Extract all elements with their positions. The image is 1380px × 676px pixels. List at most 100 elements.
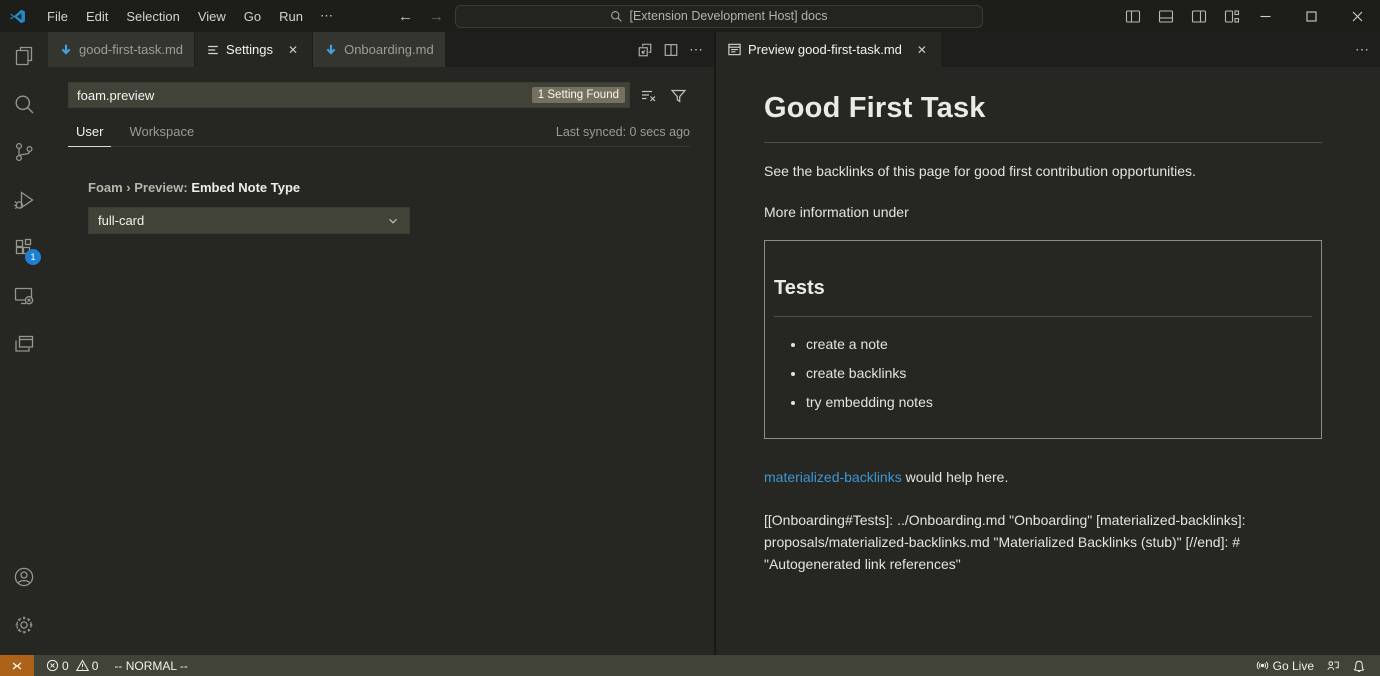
live-share-icon (1326, 659, 1340, 673)
vim-mode-indicator[interactable]: -- NORMAL -- (109, 655, 193, 676)
embed-note-type-select[interactable]: full-card (88, 207, 410, 234)
go-live-label: Go Live (1273, 659, 1314, 673)
titlebar: File Edit Selection View Go Run ⋯ ← → [E… (0, 0, 1380, 32)
error-count: 0 (62, 659, 69, 673)
right-group-actions: ⋯ (1345, 32, 1380, 67)
menu-edit[interactable]: Edit (77, 6, 117, 27)
menu-bar: File Edit Selection View Go Run ⋯ (38, 5, 341, 27)
search-icon (610, 10, 623, 23)
settings-search-box[interactable]: 1 Setting Found (68, 82, 630, 108)
tab-label: Settings (226, 42, 273, 57)
materialized-backlinks-link[interactable]: materialized-backlinks (764, 469, 902, 485)
markdown-preview: Good First Task See the backlinks of thi… (716, 67, 1380, 655)
tab-settings[interactable]: Settings ✕ (195, 32, 313, 67)
app-windows-icon[interactable] (0, 320, 48, 368)
setting-name-label: Embed Note Type (191, 180, 300, 195)
workbench: 1 good-first-task.md (0, 32, 1380, 655)
embed-list-item: create a note (806, 333, 1312, 355)
setting-item-embed-note-type: Foam › Preview: Embed Note Type full-car… (88, 180, 714, 234)
embed-list-item: create backlinks (806, 362, 1312, 384)
forward-arrow-icon: → (429, 8, 444, 25)
source-control-icon[interactable] (0, 128, 48, 176)
menu-run[interactable]: Run (270, 6, 312, 27)
broadcast-icon (1256, 659, 1269, 672)
link-references-text: [[Onboarding#Tests]: ../Onboarding.md "O… (764, 509, 1322, 575)
settings-count-badge: 1 Setting Found (532, 87, 625, 103)
notifications-bell[interactable] (1346, 655, 1372, 676)
command-center-search[interactable]: [Extension Development Host] docs (455, 5, 983, 28)
settings-scope-tabs: User Workspace Last synced: 0 secs ago (68, 118, 690, 147)
preview-paragraph: materialized-backlinks would help here. (764, 466, 1322, 488)
setting-category-label: Foam › Preview: (88, 180, 191, 195)
more-actions-icon[interactable]: ⋯ (689, 41, 704, 58)
settings-search-row: 1 Setting Found (68, 82, 690, 108)
menu-view[interactable]: View (189, 6, 235, 27)
settings-search-input[interactable] (77, 88, 532, 103)
tab-close-icon[interactable]: ✕ (285, 42, 301, 58)
extensions-icon[interactable]: 1 (0, 224, 48, 272)
setting-title: Foam › Preview: Embed Note Type (88, 180, 714, 195)
bell-icon (1352, 659, 1366, 673)
run-debug-icon[interactable] (0, 176, 48, 224)
filter-settings-icon[interactable] (666, 83, 690, 107)
activity-bar: 1 (0, 32, 48, 655)
tab-label: good-first-task.md (79, 42, 183, 57)
tab-preview-good-first-task[interactable]: Preview good-first-task.md ✕ (716, 32, 942, 67)
clear-search-filters-icon[interactable] (636, 83, 660, 107)
open-changes-icon[interactable] (637, 42, 653, 58)
layout-controls (1121, 0, 1244, 32)
scope-tab-user[interactable]: User (68, 118, 111, 147)
tab-label: Preview good-first-task.md (748, 42, 902, 57)
preview-paragraph: See the backlinks of this page for good … (764, 160, 1322, 182)
tab-good-first-task[interactable]: good-first-task.md (48, 32, 195, 67)
close-window-icon[interactable] (1334, 0, 1380, 32)
toggle-primary-sidebar-icon[interactable] (1121, 5, 1145, 28)
select-value: full-card (98, 213, 144, 228)
go-live-button[interactable]: Go Live (1250, 655, 1320, 676)
maximize-icon[interactable] (1288, 0, 1334, 32)
customize-layout-icon[interactable] (1220, 5, 1244, 28)
editor-group-left: good-first-task.md Settings ✕ Onboarding… (48, 32, 716, 655)
menu-file[interactable]: File (38, 6, 77, 27)
status-bar-right: Go Live (1250, 655, 1380, 676)
remote-indicator[interactable] (0, 655, 34, 676)
minimize-icon[interactable] (1242, 0, 1288, 32)
embedded-note-card: Tests create a note create backlinks try… (764, 240, 1322, 439)
last-synced-label: Last synced: 0 secs ago (556, 125, 690, 146)
error-icon (46, 659, 59, 672)
live-share-button[interactable] (1320, 655, 1346, 676)
scope-tab-workspace[interactable]: Workspace (121, 118, 202, 146)
toggle-panel-icon[interactable] (1154, 5, 1178, 28)
extensions-badge: 1 (25, 249, 41, 265)
explorer-icon[interactable] (0, 32, 48, 80)
menu-go[interactable]: Go (235, 6, 270, 27)
menu-selection[interactable]: Selection (117, 6, 188, 27)
preview-heading: Good First Task (764, 86, 1322, 143)
problems-indicator[interactable]: 0 0 (41, 655, 103, 676)
markdown-preview-icon (727, 42, 742, 57)
more-actions-icon[interactable]: ⋯ (1355, 41, 1370, 58)
back-arrow-icon[interactable]: ← (398, 8, 413, 25)
tabstrip-right: Preview good-first-task.md ✕ ⋯ (716, 32, 1380, 67)
embed-heading: Tests (774, 273, 1312, 317)
left-group-actions: ⋯ (627, 32, 714, 67)
warning-count: 0 (92, 659, 99, 673)
vscode-logo-icon (9, 8, 26, 25)
menu-more-icon[interactable]: ⋯ (312, 5, 341, 27)
split-editor-icon[interactable] (663, 42, 679, 58)
markdown-file-icon (324, 43, 338, 57)
remote-explorer-icon[interactable] (0, 272, 48, 320)
search-view-icon[interactable] (0, 80, 48, 128)
settings-editor: 1 Setting Found User Workspace Last sync… (48, 67, 714, 655)
warning-icon (76, 659, 89, 672)
history-nav: ← → (398, 0, 444, 32)
accounts-icon[interactable] (0, 553, 48, 601)
link-tail-text: would help here. (902, 469, 1009, 485)
tab-label: Onboarding.md (344, 42, 434, 57)
tab-close-icon[interactable]: ✕ (914, 42, 930, 58)
tab-onboarding[interactable]: Onboarding.md (313, 32, 446, 67)
toggle-secondary-sidebar-icon[interactable] (1187, 5, 1211, 28)
settings-gear-icon[interactable] (0, 601, 48, 649)
settings-list-icon (206, 43, 220, 57)
markdown-file-icon (59, 43, 73, 57)
